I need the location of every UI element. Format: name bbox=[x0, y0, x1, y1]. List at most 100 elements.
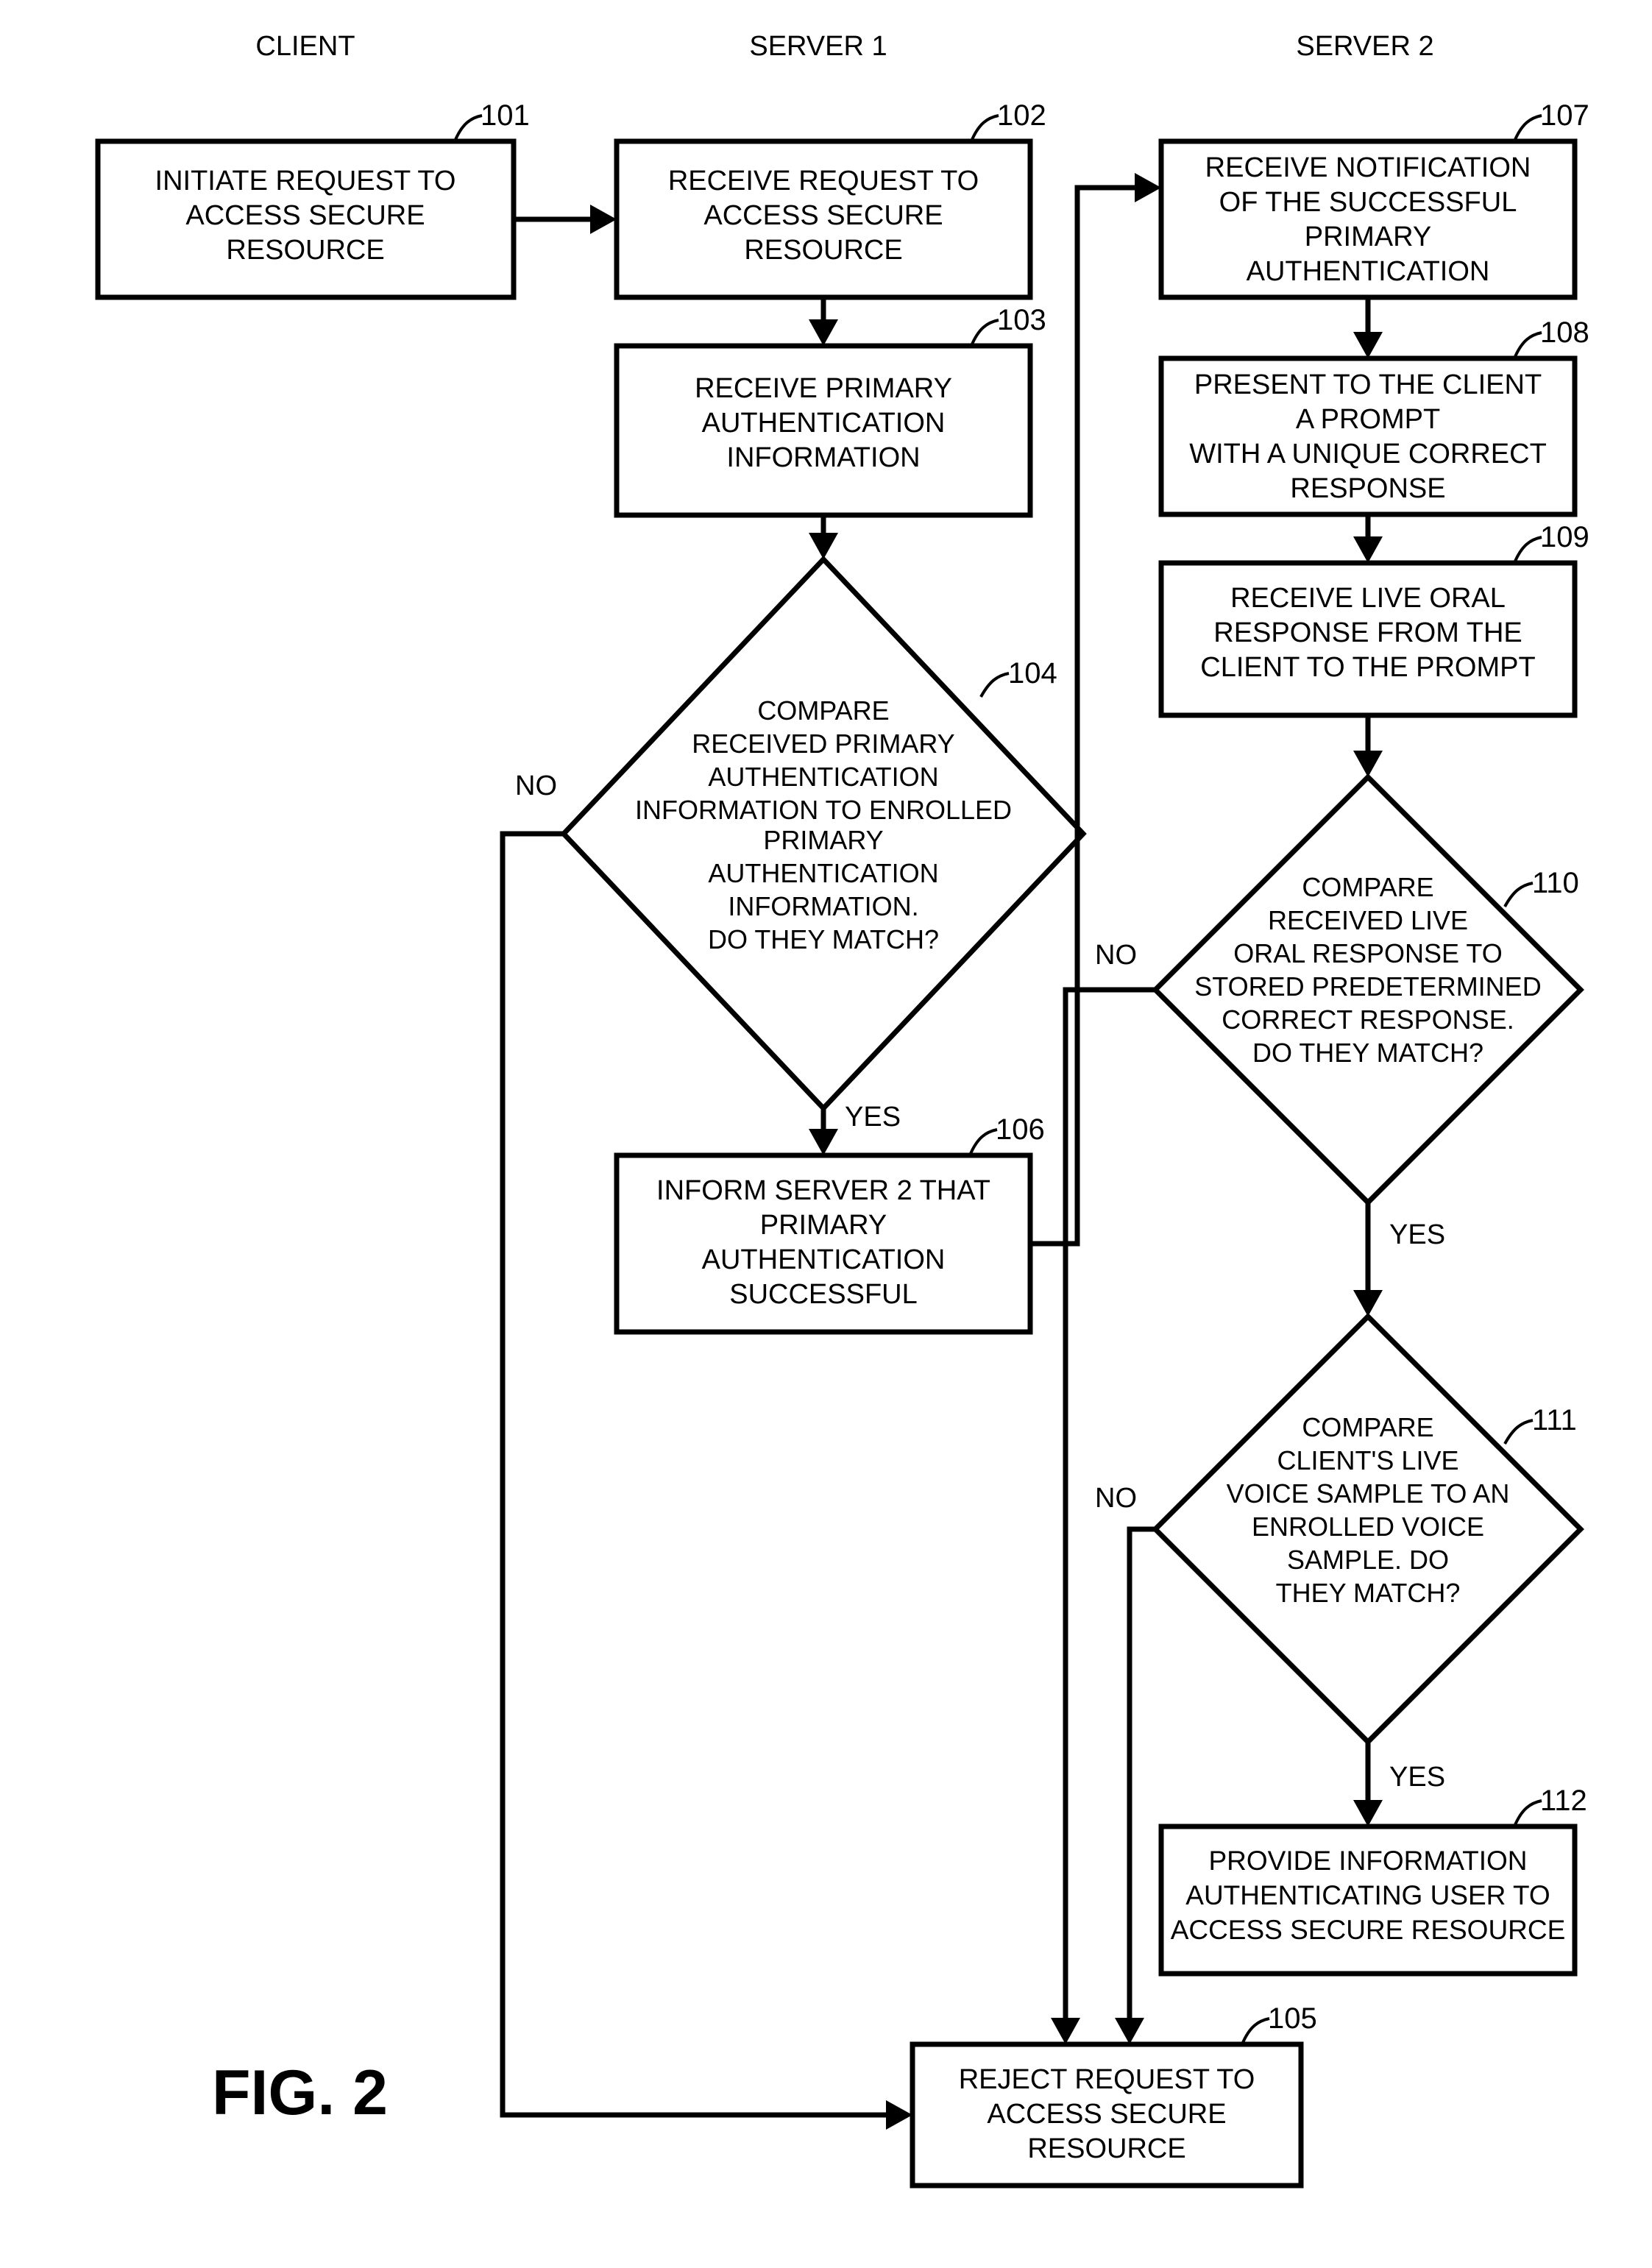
node-108-line-1: PRESENT TO THE CLIENT bbox=[1194, 369, 1542, 400]
node-101-line-3: RESOURCE bbox=[226, 235, 384, 266]
edge-111-yes-to-112: YES bbox=[1353, 1742, 1445, 1826]
node-104-line-6: AUTHENTICATION bbox=[708, 858, 938, 888]
edge-label-no-110: NO bbox=[1095, 940, 1137, 971]
node-102-line-3: RESOURCE bbox=[744, 235, 902, 266]
node-104-ref: 104 bbox=[1008, 657, 1057, 690]
edge-104-yes-to-106: YES bbox=[809, 1102, 901, 1155]
edge-111-no-to-105: NO bbox=[1095, 1483, 1155, 2044]
node-108[interactable]: 108 PRESENT TO THE CLIENT A PROMPT WITH … bbox=[1158, 316, 1589, 517]
node-107[interactable]: 107 RECEIVE NOTIFICATION OF THE SUCCESSF… bbox=[1158, 99, 1589, 300]
edge-102-to-103 bbox=[809, 297, 838, 346]
node-107-leader bbox=[1513, 114, 1542, 142]
node-106-line-3: AUTHENTICATION bbox=[702, 1244, 946, 1275]
node-103[interactable]: 103 RECEIVE PRIMARY AUTHENTICATION INFOR… bbox=[614, 304, 1046, 518]
node-110-leader bbox=[1503, 882, 1534, 907]
node-104-line-7: INFORMATION. bbox=[728, 891, 918, 921]
node-107-line-2: OF THE SUCCESSFUL bbox=[1219, 187, 1517, 218]
node-103-line-2: AUTHENTICATION bbox=[702, 408, 946, 439]
edge-106-to-107 bbox=[1030, 173, 1161, 1247]
node-111-ref: 111 bbox=[1532, 1404, 1577, 1436]
node-110-line-4: STORED PREDETERMINED bbox=[1194, 971, 1541, 1002]
edge-104-no-arrowhead bbox=[886, 2100, 912, 2130]
edge-104-yes-arrowhead bbox=[809, 1129, 838, 1155]
edge-103-to-104 bbox=[809, 515, 838, 559]
node-109-line-2: RESPONSE FROM THE bbox=[1213, 617, 1522, 648]
node-112-line-2: AUTHENTICATING USER TO bbox=[1185, 1880, 1550, 1910]
node-102[interactable]: 102 RECEIVE REQUEST TO ACCESS SECURE RES… bbox=[614, 99, 1046, 300]
node-106-line-4: SUCCESSFUL bbox=[729, 1279, 918, 1310]
node-111-line-4: ENROLLED VOICE bbox=[1252, 1512, 1484, 1542]
node-110[interactable]: 110 COMPARE RECEIVED LIVE ORAL RESPONSE … bbox=[1152, 773, 1584, 1206]
node-101-line-2: ACCESS SECURE bbox=[185, 200, 425, 231]
node-104-line-4: INFORMATION TO ENROLLED bbox=[635, 795, 1012, 825]
edge-107-to-108 bbox=[1353, 297, 1383, 358]
node-112-line-1: PROVIDE INFORMATION bbox=[1208, 1846, 1527, 1876]
node-102-line-1: RECEIVE REQUEST TO bbox=[668, 166, 979, 196]
node-109-leader bbox=[1513, 536, 1542, 564]
patent-figure-page: CLIENT SERVER 1 SERVER 2 101 INITIATE RE… bbox=[0, 0, 1652, 2268]
column-header-client: CLIENT bbox=[255, 31, 355, 62]
node-101-leader bbox=[453, 114, 483, 142]
node-107-line-4: AUTHENTICATION bbox=[1247, 256, 1490, 287]
figure-label: FIG. 2 bbox=[212, 2058, 388, 2128]
flowchart-canvas: CLIENT SERVER 1 SERVER 2 101 INITIATE RE… bbox=[95, 31, 1589, 2189]
node-102-ref: 102 bbox=[997, 99, 1046, 132]
node-108-line-3: WITH A UNIQUE CORRECT bbox=[1189, 439, 1547, 469]
edge-101-to-102 bbox=[514, 205, 617, 234]
node-110-line-3: ORAL RESPONSE TO bbox=[1233, 938, 1502, 968]
edge-107-to-108-arrowhead bbox=[1353, 332, 1383, 358]
node-104-line-5: PRIMARY bbox=[763, 825, 883, 855]
node-104[interactable]: 104 COMPARE RECEIVED PRIMARY AUTHENTICAT… bbox=[560, 555, 1087, 1113]
node-108-leader bbox=[1513, 331, 1542, 359]
edge-110-yes-to-111: YES bbox=[1353, 1202, 1445, 1316]
node-105-line-2: ACCESS SECURE bbox=[987, 2099, 1226, 2130]
node-102-leader bbox=[970, 114, 999, 142]
node-106[interactable]: 106 INFORM SERVER 2 THAT PRIMARY AUTHENT… bbox=[614, 1113, 1045, 1335]
node-111-line-5: SAMPLE. DO bbox=[1287, 1545, 1449, 1575]
edge-101-to-102-arrowhead bbox=[590, 205, 617, 234]
edge-106-to-107-arrowhead bbox=[1135, 173, 1161, 202]
node-101-ref: 101 bbox=[481, 99, 530, 132]
edge-109-to-110 bbox=[1353, 715, 1383, 777]
column-header-server1: SERVER 1 bbox=[749, 31, 887, 62]
node-109[interactable]: 109 RECEIVE LIVE ORAL RESPONSE FROM THE … bbox=[1158, 521, 1589, 718]
node-105-leader bbox=[1241, 2017, 1270, 2045]
node-103-line-3: INFORMATION bbox=[726, 442, 920, 473]
node-106-leader bbox=[968, 1128, 998, 1156]
node-107-line-3: PRIMARY bbox=[1305, 222, 1431, 252]
node-110-line-6: DO THEY MATCH? bbox=[1252, 1038, 1483, 1068]
node-105[interactable]: 105 REJECT REQUEST TO ACCESS SECURE RESO… bbox=[910, 2002, 1317, 2189]
node-104-line-3: AUTHENTICATION bbox=[708, 762, 938, 792]
edge-label-yes-111: YES bbox=[1389, 1762, 1445, 1793]
node-111-line-6: THEY MATCH? bbox=[1276, 1578, 1461, 1608]
node-106-line-2: PRIMARY bbox=[760, 1210, 887, 1241]
edge-label-yes-104: YES bbox=[845, 1102, 901, 1133]
node-112-ref: 112 bbox=[1540, 1785, 1587, 1817]
node-110-line-1: COMPARE bbox=[1302, 872, 1433, 902]
node-109-line-3: CLIENT TO THE PROMPT bbox=[1200, 652, 1535, 683]
edge-111-yes-arrowhead bbox=[1353, 1800, 1383, 1826]
edge-110-yes-arrowhead bbox=[1353, 1290, 1383, 1316]
node-103-ref: 103 bbox=[997, 304, 1046, 336]
node-109-line-1: RECEIVE LIVE ORAL bbox=[1230, 583, 1506, 614]
node-110-ref: 110 bbox=[1532, 867, 1579, 899]
edge-109-to-110-arrowhead bbox=[1353, 751, 1383, 777]
node-105-ref: 105 bbox=[1268, 2002, 1317, 2035]
node-104-line-2: RECEIVED PRIMARY bbox=[692, 729, 954, 759]
edge-111-no-path bbox=[1127, 1526, 1155, 2024]
node-104-line-8: DO THEY MATCH? bbox=[708, 924, 939, 954]
node-105-line-3: RESOURCE bbox=[1027, 2133, 1185, 2164]
edge-108-to-109-arrowhead bbox=[1353, 536, 1383, 563]
node-103-line-1: RECEIVE PRIMARY bbox=[695, 373, 952, 404]
node-106-ref: 106 bbox=[996, 1113, 1045, 1146]
edge-103-to-104-arrowhead bbox=[809, 533, 838, 559]
node-111-line-2: CLIENT'S LIVE bbox=[1277, 1445, 1459, 1475]
edge-106-to-107-path bbox=[1030, 185, 1142, 1247]
node-101[interactable]: 101 INITIATE REQUEST TO ACCESS SECURE RE… bbox=[95, 99, 530, 300]
node-104-leader bbox=[979, 672, 1010, 698]
column-header-server2: SERVER 2 bbox=[1296, 31, 1433, 62]
edge-111-no-arrowhead bbox=[1115, 2018, 1144, 2044]
node-111[interactable]: 111 COMPARE CLIENT'S LIVE VOICE SAMPLE T… bbox=[1152, 1313, 1584, 1746]
node-108-ref: 108 bbox=[1540, 316, 1589, 349]
node-110-line-2: RECEIVED LIVE bbox=[1268, 905, 1468, 935]
